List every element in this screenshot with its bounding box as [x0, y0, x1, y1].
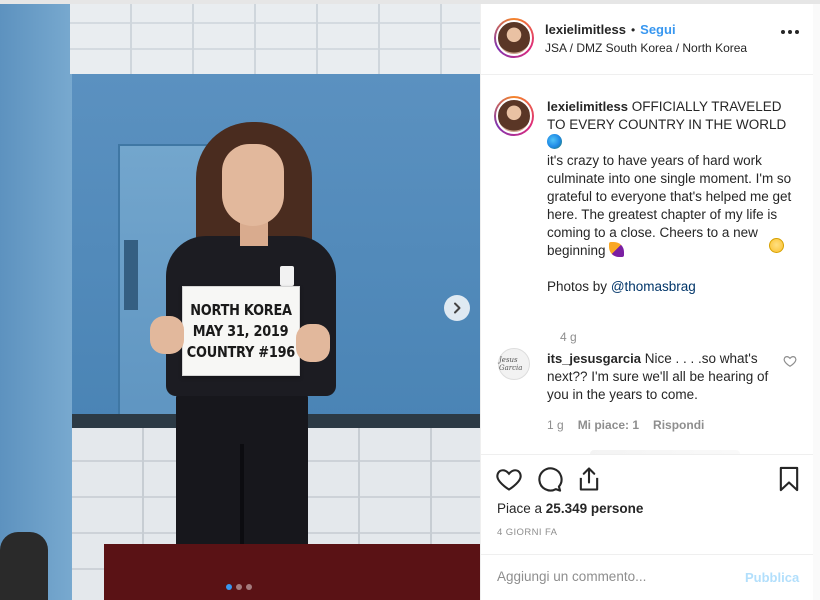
astonished-emoji-icon [769, 238, 784, 253]
likes-summary[interactable]: Piace a 25.349 persone [497, 501, 643, 516]
party-popper-emoji-icon [609, 242, 625, 257]
comment-input[interactable] [497, 569, 737, 584]
publish-button[interactable]: Pubblica [745, 570, 799, 585]
photo-wall-left [0, 4, 72, 600]
commenter-avatar-text: Jesus Garcia [499, 356, 523, 372]
likes-prefix: Piace a [497, 501, 543, 516]
header-separator: • [630, 22, 636, 37]
photo-sign: NORTH KOREA MAY 31, 2019 COUNTRY #196 [182, 286, 300, 376]
comment-text: its_jesusgarcia Nice . . . .so what's ne… [547, 350, 769, 404]
person-hand-right [296, 324, 330, 362]
caption-time: 4 g [560, 330, 577, 344]
caption-avatar[interactable] [494, 96, 534, 136]
person-face [222, 144, 284, 226]
sign-line: COUNTRY #196 [186, 342, 296, 361]
photo-ceiling-grid [70, 4, 480, 74]
page-right-edge [813, 4, 820, 600]
comments-scroll-area[interactable]: lexielimitless OFFICIALLY TRAVELED TO EV… [481, 76, 814, 454]
carousel-next-button[interactable] [444, 295, 470, 321]
post-header: lexielimitless • Segui JSA / DMZ South K… [481, 4, 814, 75]
likes-suffix: persone [590, 501, 644, 516]
sign-line: NORTH KOREA [190, 300, 292, 319]
photo-table [104, 544, 480, 600]
post-date: 4 GIORNI FA [497, 527, 558, 538]
carousel-dots [226, 584, 252, 590]
more-options-icon[interactable] [781, 30, 799, 34]
carousel-dot [246, 584, 252, 590]
author-avatar[interactable] [494, 18, 534, 58]
heart-icon[interactable] [495, 465, 523, 493]
comment-likes-count[interactable]: Mi piace: 1 [578, 418, 639, 432]
post-actions: Piace a 25.349 persone 4 GIORNI FA [481, 454, 814, 554]
comment-time: 1 g [547, 418, 564, 432]
post-photo[interactable]: NORTH KOREA MAY 31, 2019 COUNTRY #196 [0, 4, 480, 600]
sign-line: MAY 31, 2019 [193, 321, 289, 340]
caption-username[interactable]: lexielimitless [547, 99, 628, 114]
comment-reply-button[interactable]: Rispondi [653, 418, 704, 432]
share-icon[interactable] [575, 465, 603, 493]
post-panel: lexielimitless • Segui JSA / DMZ South K… [480, 4, 814, 600]
carousel-dot [226, 584, 232, 590]
add-comment-bar: Pubblica [481, 554, 814, 600]
comment-icon[interactable] [535, 465, 563, 493]
person-badge [280, 266, 294, 286]
bookmark-icon[interactable] [775, 465, 803, 493]
commenter-username[interactable]: its_jesusgarcia [547, 351, 641, 366]
follow-button[interactable]: Segui [640, 22, 675, 37]
globe-emoji-icon [547, 134, 562, 149]
photos-by-label: Photos by [547, 279, 608, 294]
caption-text: lexielimitless OFFICIALLY TRAVELED TO EV… [547, 98, 795, 296]
likes-count[interactable]: 25.349 [546, 501, 587, 516]
comment-like-heart-icon[interactable] [783, 354, 797, 368]
mention-link[interactable]: @thomasbrag [611, 279, 696, 294]
person-hand-left [150, 316, 184, 354]
photo-door-window [124, 240, 138, 310]
caption-body: it's crazy to have years of hard work cu… [547, 153, 792, 258]
post-location[interactable]: JSA / DMZ South Korea / North Korea [545, 41, 747, 55]
commenter-avatar[interactable]: Jesus Garcia [498, 348, 530, 380]
carousel-dot [236, 584, 242, 590]
photo-chair [0, 532, 48, 600]
author-username[interactable]: lexielimitless [545, 22, 626, 37]
chevron-right-icon [454, 302, 461, 314]
comment-meta: 1 g Mi piace: 1 Rispondi [547, 418, 704, 432]
